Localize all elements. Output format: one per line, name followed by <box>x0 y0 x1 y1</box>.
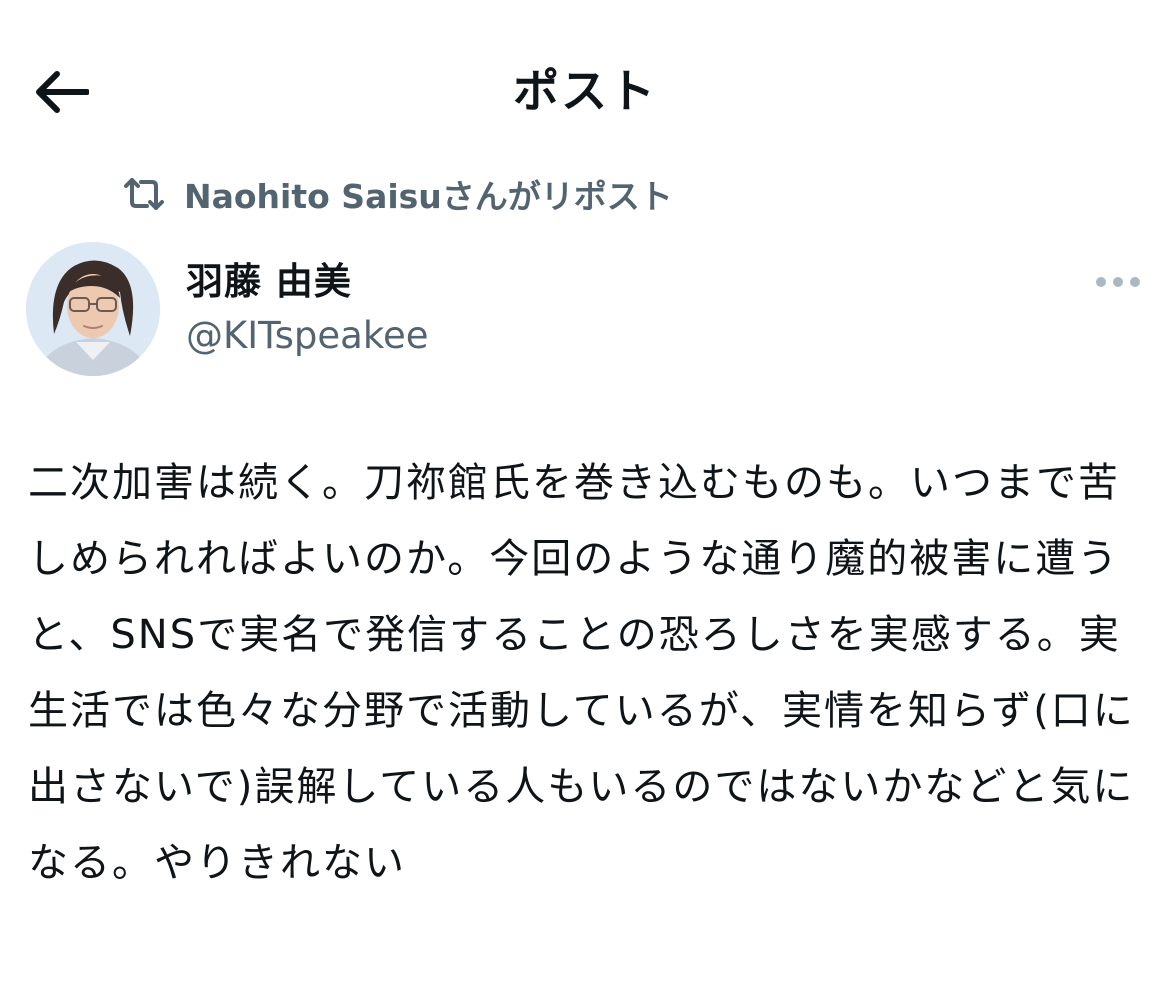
author-name[interactable]: 羽藤 由美 <box>186 258 352 306</box>
avatar-photo <box>26 242 160 376</box>
repost-icon <box>120 174 168 214</box>
top-bar: ポスト <box>0 0 1170 180</box>
post-text: 二次加害は続く。刀祢館氏を巻き込むものも。いつまで苦しめられればよいのか。今回の… <box>28 460 1135 886</box>
author-handle[interactable]: @KITspeakee <box>186 312 429 360</box>
more-button[interactable] <box>1088 262 1148 302</box>
repost-text: Naohito Saisuさんがリポスト <box>184 177 673 216</box>
page-title: ポスト <box>513 64 657 118</box>
avatar[interactable] <box>26 242 160 376</box>
repost-context[interactable]: Naohito Saisuさんがリポスト <box>120 170 673 218</box>
more-horizontal-icon <box>1096 277 1140 287</box>
